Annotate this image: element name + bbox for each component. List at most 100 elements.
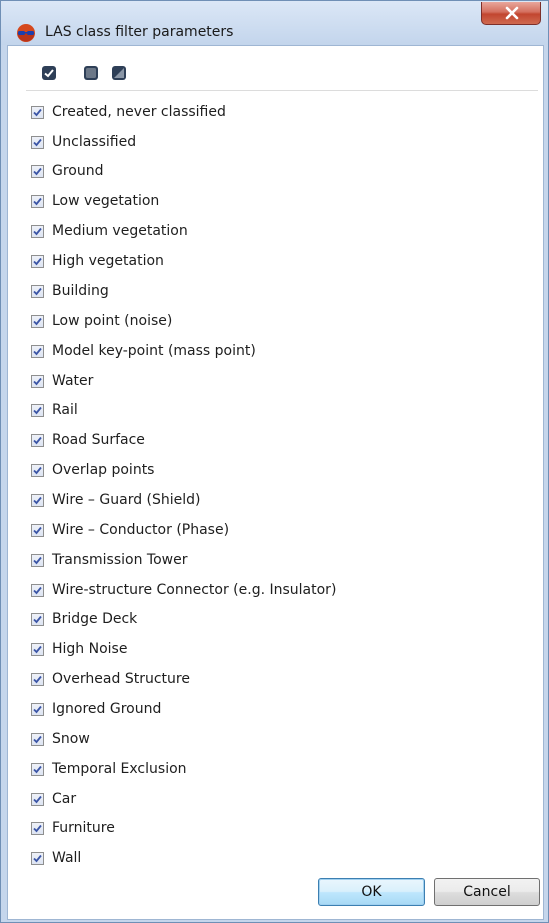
class-item[interactable]: Furniture (31, 817, 115, 839)
class-item[interactable]: Car (31, 788, 76, 810)
checkmark-icon (33, 645, 42, 653)
class-label: Medium vegetation (52, 223, 188, 239)
checkbox[interactable] (31, 224, 44, 238)
class-item[interactable]: Unclassified (31, 131, 136, 153)
class-label: Furniture (52, 820, 115, 836)
checkbox[interactable] (31, 314, 44, 328)
checkbox[interactable] (31, 821, 44, 835)
class-label: High vegetation (52, 253, 164, 269)
class-item[interactable]: Snow (31, 728, 90, 750)
checkmark-icon (33, 317, 42, 325)
class-item[interactable]: Ignored Ground (31, 698, 161, 720)
checkbox[interactable] (31, 762, 44, 776)
checkmark-icon (33, 496, 42, 504)
class-label: Car (52, 791, 77, 807)
class-item[interactable]: High Noise (31, 638, 127, 660)
checkbox[interactable] (31, 553, 44, 567)
class-item[interactable]: Rail (31, 399, 78, 421)
class-label: Wire – Guard (Shield) (52, 492, 201, 508)
class-label: Bridge Deck (52, 611, 138, 627)
checkbox[interactable] (31, 284, 44, 298)
class-label: High Noise (52, 641, 128, 657)
class-item[interactable]: Ground (31, 160, 104, 182)
class-item[interactable]: Building (31, 280, 109, 302)
checkbox[interactable] (31, 642, 44, 656)
checkbox[interactable] (31, 523, 44, 537)
checkbox[interactable] (31, 105, 44, 119)
class-item[interactable]: Model key-point (mass point) (31, 340, 256, 362)
checkmark-icon (33, 108, 42, 116)
checkmark-icon (33, 675, 42, 683)
checkbox[interactable] (31, 672, 44, 686)
class-item[interactable]: Created, never classified (31, 101, 226, 123)
class-label: Water (52, 373, 94, 389)
window-title: LAS class filter parameters (45, 24, 234, 40)
class-label: Wire-structure Connector (e.g. Insulator… (52, 582, 337, 598)
toolbar-separator (26, 90, 538, 91)
checkbox[interactable] (31, 194, 44, 208)
checkmark-icon (33, 197, 42, 205)
checkbox[interactable] (31, 254, 44, 268)
class-label: Wall (52, 850, 82, 866)
checkmark-icon (33, 436, 42, 444)
class-label: Model key-point (mass point) (52, 343, 256, 359)
checkmark-icon (33, 735, 42, 743)
class-item[interactable]: High vegetation (31, 250, 164, 272)
close-button[interactable] (481, 2, 541, 25)
checkbox[interactable] (31, 164, 44, 178)
class-label: Wire – Conductor (Phase) (52, 522, 230, 538)
ok-button[interactable]: OK (318, 878, 425, 906)
checkmark-icon (33, 138, 42, 146)
uncheck-all-icon (84, 66, 98, 80)
checkbox[interactable] (31, 702, 44, 716)
class-item[interactable]: Low vegetation (31, 190, 159, 212)
class-label: Created, never classified (52, 104, 226, 120)
class-item[interactable]: Water (31, 370, 93, 392)
checkmark-icon (33, 406, 42, 414)
class-label: Snow (52, 731, 90, 747)
class-item[interactable]: Bridge Deck (31, 608, 137, 630)
class-label: Unclassified (52, 134, 137, 150)
checkbox[interactable] (31, 344, 44, 358)
class-item[interactable]: Wire – Guard (Shield) (31, 489, 201, 511)
class-item[interactable]: Transmission Tower (31, 549, 187, 571)
checkbox[interactable] (31, 403, 44, 417)
uncheck-all-button[interactable] (83, 65, 99, 81)
class-label: Ground (52, 163, 104, 179)
class-item[interactable]: Low point (noise) (31, 310, 172, 332)
checkbox[interactable] (31, 374, 44, 388)
class-item[interactable]: Road Surface (31, 429, 145, 451)
checkmark-icon (33, 347, 42, 355)
invert-selection-button[interactable] (111, 65, 127, 81)
class-item[interactable]: Overhead Structure (31, 668, 190, 690)
class-item[interactable]: Medium vegetation (31, 220, 188, 242)
checkbox[interactable] (31, 851, 44, 865)
cancel-button[interactable]: Cancel (434, 878, 540, 906)
class-item[interactable]: Wire – Conductor (Phase) (31, 519, 229, 541)
checkbox[interactable] (31, 732, 44, 746)
check-all-button[interactable] (41, 65, 57, 81)
checkmark-icon (33, 377, 42, 385)
class-item[interactable]: Overlap points (31, 459, 154, 481)
class-item[interactable]: Temporal Exclusion (31, 758, 187, 780)
app-icon (17, 24, 35, 42)
class-item[interactable]: Wire-structure Connector (e.g. Insulator… (31, 579, 336, 601)
close-icon (505, 6, 519, 20)
checkmark-icon (33, 167, 42, 175)
class-item[interactable]: Wall (31, 847, 81, 869)
checkbox[interactable] (31, 612, 44, 626)
checkbox[interactable] (31, 433, 44, 447)
checkbox[interactable] (31, 135, 44, 149)
class-label: Transmission Tower (52, 552, 188, 568)
checkmark-icon (33, 287, 42, 295)
checkbox[interactable] (31, 792, 44, 806)
checkbox[interactable] (31, 583, 44, 597)
checkbox[interactable] (31, 463, 44, 477)
checkmark-icon (33, 257, 42, 265)
checkbox[interactable] (31, 493, 44, 507)
checkmark-icon (33, 705, 42, 713)
checkmark-icon (33, 615, 42, 623)
checkmark-icon (33, 854, 42, 862)
checkmark-icon (33, 556, 42, 564)
class-label: Low vegetation (52, 193, 160, 209)
